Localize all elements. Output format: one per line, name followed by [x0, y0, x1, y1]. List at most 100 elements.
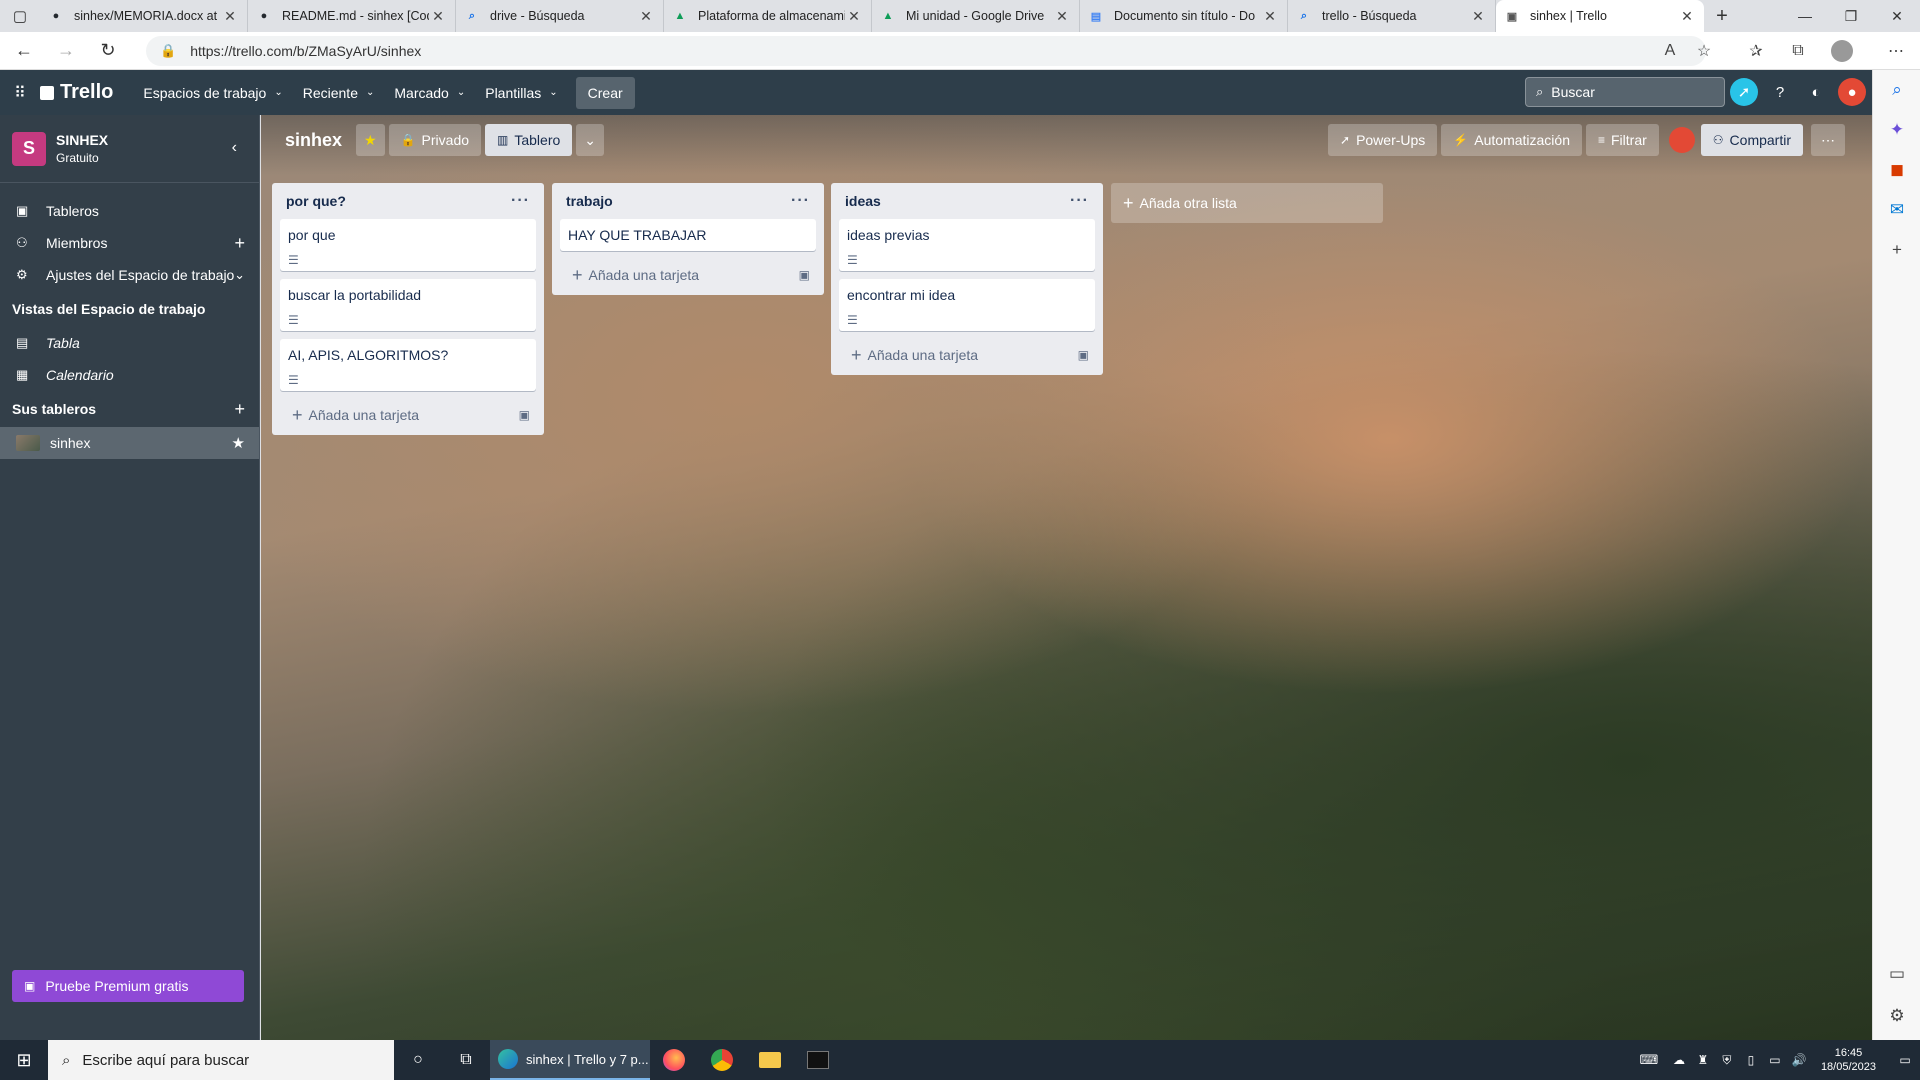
browser-tab[interactable]: ▲ Mi unidad - Google Drive ✕ [872, 0, 1080, 32]
browser-tab[interactable]: ▣ sinhex | Trello ✕ [1496, 0, 1704, 32]
collapse-sidebar-icon[interactable]: ‹ [232, 139, 237, 157]
card-template-icon[interactable]: ▣ [799, 268, 810, 282]
list-title[interactable]: ideas [845, 193, 881, 209]
firefox-icon[interactable] [650, 1040, 698, 1080]
sidebar-item-members[interactable]: ⚇ Miembros + [0, 227, 259, 259]
volume-icon[interactable]: 🔊 [1787, 1040, 1811, 1080]
help-icon[interactable]: ? [1766, 78, 1794, 106]
discover-icon[interactable]: ✦ [1873, 110, 1920, 150]
card[interactable]: HAY QUE TRABAJAR [560, 219, 816, 251]
add-card-button[interactable]: + Añada una tarjeta ▣ [560, 259, 816, 291]
browser-tab[interactable]: ▤ Documento sin título - Do ✕ [1080, 0, 1288, 32]
list-title[interactable]: trabajo [566, 193, 613, 209]
security-icon[interactable]: ⛨ [1715, 1040, 1739, 1080]
card[interactable]: encontrar mi idea ☰ [839, 279, 1095, 331]
list-header[interactable]: por que? ··· [272, 183, 544, 219]
cortana-icon[interactable]: ○ [394, 1040, 442, 1080]
tray-app-icon[interactable]: ♜ [1691, 1040, 1715, 1080]
filter-button[interactable]: ≡ Filtrar [1585, 124, 1659, 156]
reload-button[interactable]: ↻ [90, 36, 126, 66]
close-tab-icon[interactable]: ✕ [1678, 8, 1696, 25]
card[interactable]: ideas previas ☰ [839, 219, 1095, 271]
automation-button[interactable]: ⚡ Automatización [1441, 124, 1582, 156]
board-title[interactable]: sinhex [285, 130, 342, 151]
user-avatar[interactable]: ● [1838, 78, 1866, 106]
theme-toggle-icon[interactable]: ◐ [1802, 78, 1830, 106]
tab-actions-icon[interactable]: ▢ [0, 0, 40, 32]
notifications-rocket-icon[interactable]: ➚ [1730, 78, 1758, 106]
windows-start-icon[interactable]: ⊞ [0, 1040, 48, 1080]
close-tab-icon[interactable]: ✕ [1261, 8, 1279, 25]
app-switcher-icon[interactable]: ⠿ [0, 83, 40, 103]
settings-gear-icon[interactable]: ⚙ [1873, 996, 1920, 1036]
weather-icon[interactable]: ☁ [1667, 1040, 1691, 1080]
forward-button[interactable]: → [48, 36, 84, 66]
restore-button[interactable]: ❐ [1828, 0, 1874, 32]
views-dropdown-button[interactable]: ⌄ [576, 124, 605, 156]
file-explorer-icon[interactable] [746, 1040, 794, 1080]
list-actions-icon[interactable]: ··· [791, 192, 810, 210]
trello-logo[interactable]: Trello [40, 81, 113, 104]
header-menu[interactable]: Espacios de trabajo ⌄ [133, 77, 292, 109]
close-tab-icon[interactable]: ✕ [637, 8, 655, 25]
battery-icon[interactable]: ▯ [1739, 1040, 1763, 1080]
header-menu[interactable]: Plantillas ⌄ [475, 77, 567, 109]
board-menu-icon[interactable]: ⋯ [1811, 124, 1846, 156]
board-view-button[interactable]: ▥ Tablero [485, 124, 573, 156]
new-tab-button[interactable]: + [1704, 5, 1740, 28]
outlook-icon[interactable]: ✉ [1873, 190, 1920, 230]
header-menu[interactable]: Marcado ⌄ [384, 77, 475, 109]
back-button[interactable]: ← [6, 36, 42, 66]
add-sidebar-app-icon[interactable]: + [1873, 230, 1920, 270]
sidebar-item-boards[interactable]: ▣ Tableros [0, 195, 259, 227]
add-list-button[interactable]: + Añada otra lista [1111, 183, 1383, 223]
list-actions-icon[interactable]: ··· [1070, 192, 1089, 210]
favorite-star-icon[interactable]: ☆ [1690, 37, 1718, 65]
card-template-icon[interactable]: ▣ [1078, 348, 1089, 362]
browser-tab[interactable]: ⌕ trello - Búsqueda ✕ [1288, 0, 1496, 32]
create-button[interactable]: Crear [575, 76, 635, 109]
notifications-icon[interactable]: ▭ [1890, 1040, 1920, 1080]
browser-tab[interactable]: ● sinhex/MEMORIA.docx at m ✕ [40, 0, 248, 32]
card-template-icon[interactable]: ▣ [519, 408, 530, 422]
read-aloud-icon[interactable]: A [1656, 37, 1684, 65]
premium-trial-button[interactable]: ▣ Pruebe Premium gratis [12, 970, 244, 1002]
sidebar-item-settings[interactable]: ⚙ Ajustes del Espacio de trabajo ⌄ [0, 259, 259, 291]
card[interactable]: buscar la portabilidad ☰ [280, 279, 536, 331]
search-icon[interactable]: ⌕ [1873, 70, 1920, 110]
chrome-icon[interactable] [698, 1040, 746, 1080]
close-tab-icon[interactable]: ✕ [1469, 8, 1487, 25]
office-icon[interactable]: ◼ [1873, 150, 1920, 190]
terminal-icon[interactable] [794, 1040, 842, 1080]
sidebar-item-board-sinhex[interactable]: sinhex ★ [0, 427, 259, 459]
add-card-button[interactable]: + Añada una tarjeta ▣ [280, 399, 536, 431]
search-input[interactable]: ⌕ Buscar [1525, 77, 1725, 107]
star-board-icon[interactable]: ★ [356, 124, 385, 156]
list-actions-icon[interactable]: ··· [511, 192, 530, 210]
visibility-button[interactable]: 🔒 Privado [388, 124, 482, 156]
close-tab-icon[interactable]: ✕ [429, 8, 447, 25]
close-window-button[interactable]: ✕ [1874, 0, 1920, 32]
list-header[interactable]: trabajo ··· [552, 183, 824, 219]
member-avatar[interactable] [1668, 127, 1695, 153]
minimize-button[interactable]: — [1782, 0, 1828, 32]
card[interactable]: por que ☰ [280, 219, 536, 271]
favorites-icon[interactable]: ✰ [1742, 37, 1770, 65]
workspace-name[interactable]: SINHEX [56, 132, 108, 148]
browser-tab[interactable]: ⌕ drive - Búsqueda ✕ [456, 0, 664, 32]
sidebar-item-calendar[interactable]: ▦ Calendario [0, 359, 259, 391]
more-menu-icon[interactable]: ⋯ [1882, 37, 1910, 65]
list-title[interactable]: por que? [286, 193, 346, 209]
card[interactable]: AI, APIS, ALGORITMOS? ☰ [280, 339, 536, 391]
add-board-icon[interactable]: + [234, 399, 245, 420]
list-header[interactable]: ideas ··· [831, 183, 1103, 219]
share-button[interactable]: ⚇ Compartir [1700, 124, 1804, 156]
url-field[interactable]: 🔒 https://trello.com/b/ZMaSyArU/sinhex [146, 36, 1706, 66]
browser-tab[interactable]: ▲ Plataforma de almacenami ✕ [664, 0, 872, 32]
close-tab-icon[interactable]: ✕ [845, 8, 863, 25]
taskbar-clock[interactable]: 16:45 18/05/2023 [1821, 1046, 1876, 1074]
collections-icon[interactable]: ⧉ [1784, 37, 1812, 65]
star-icon[interactable]: ★ [232, 434, 245, 452]
network-icon[interactable]: ▭ [1763, 1040, 1787, 1080]
sidebar-item-table[interactable]: ▤ Tabla [0, 327, 259, 359]
